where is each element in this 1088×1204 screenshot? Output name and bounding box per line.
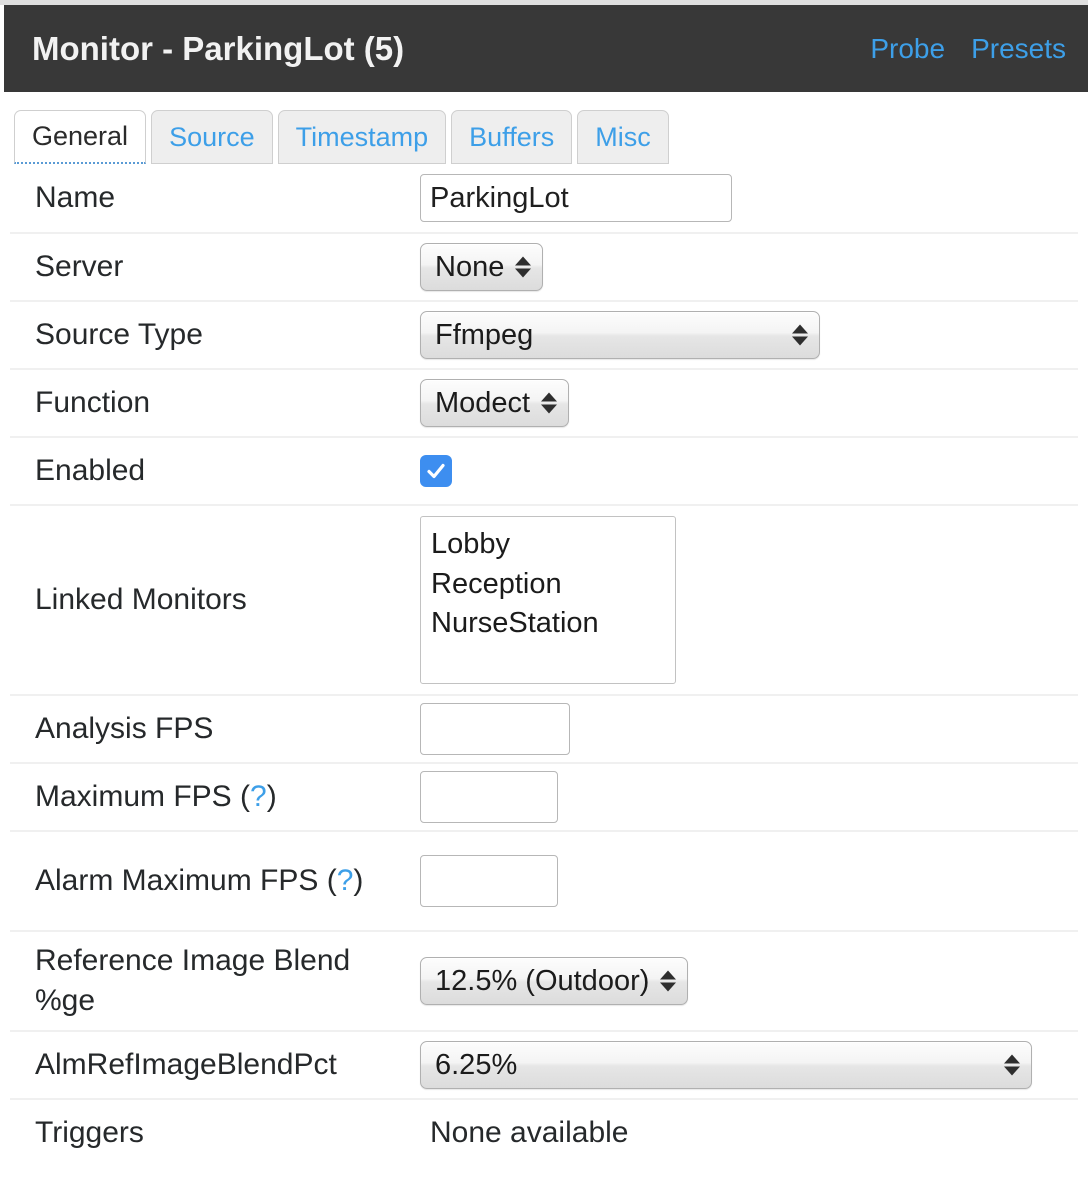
field-linked-monitors: Lobby Reception NurseStation <box>420 516 1078 684</box>
alm-ref-image-blend-pct-select-value: 6.25% <box>435 1048 518 1081</box>
tab-timestamp[interactable]: Timestamp <box>277 110 447 164</box>
row-triggers: Triggers None available <box>10 1098 1078 1166</box>
reference-image-blend-select-value: 12.5% (Outdoor) <box>435 964 650 997</box>
alm-ref-image-blend-pct-select[interactable]: 6.25% <box>420 1041 1032 1089</box>
presets-link[interactable]: Presets <box>971 33 1066 65</box>
label-alarm-maximum-fps-tail: ) <box>353 864 364 898</box>
field-function: Modect <box>420 379 1078 427</box>
tab-bar: General Source Timestamp Buffers Misc <box>0 92 1088 164</box>
row-alarm-maximum-fps: Alarm Maximum FPS (?) <box>10 830 1078 930</box>
field-analysis-fps <box>420 703 1078 755</box>
label-maximum-fps: Maximum FPS (?) <box>10 777 420 817</box>
field-maximum-fps <box>420 771 1078 823</box>
probe-link[interactable]: Probe <box>870 33 945 65</box>
row-alm-ref-image-blend-pct: AlmRefImageBlendPct 6.25% <box>10 1030 1078 1098</box>
list-item[interactable]: Lobby <box>431 525 665 565</box>
field-triggers: None available <box>420 1116 1078 1150</box>
analysis-fps-input[interactable] <box>420 703 570 755</box>
page-title: Monitor - ParkingLot (5) <box>32 29 405 67</box>
row-linked-monitors: Linked Monitors Lobby Reception NurseSta… <box>10 504 1078 694</box>
function-select-value: Modect <box>435 386 531 419</box>
server-select-value: None <box>435 250 505 283</box>
label-source-type: Source Type <box>35 318 203 352</box>
maximum-fps-input[interactable] <box>420 771 558 823</box>
label-enabled: Enabled <box>35 454 146 488</box>
field-server: None <box>420 243 1078 291</box>
reference-image-blend-select[interactable]: 12.5% (Outdoor) <box>420 957 689 1005</box>
tab-misc[interactable]: Misc <box>577 110 669 164</box>
monitor-settings-page: Monitor - ParkingLot (5) Probe Presets G… <box>0 0 1088 1204</box>
label-alarm-maximum-fps-text: Alarm Maximum FPS ( <box>35 864 337 898</box>
field-source-type: Ffmpeg <box>420 311 1078 359</box>
row-reference-image-blend: Reference Image Blend %ge 12.5% (Outdoor… <box>10 930 1078 1030</box>
field-name <box>420 174 1078 222</box>
chevron-updown-icon <box>660 970 677 992</box>
row-source-type: Source Type Ffmpeg <box>10 300 1078 368</box>
label-maximum-fps-tail: ) <box>266 780 277 814</box>
header-actions: Probe Presets <box>870 33 1066 65</box>
tab-general[interactable]: General <box>14 110 147 164</box>
general-settings-form: Name Server None Source Type F <box>0 164 1088 1166</box>
row-maximum-fps: Maximum FPS (?) <box>10 762 1078 830</box>
check-icon <box>427 463 445 479</box>
row-analysis-fps: Analysis FPS <box>10 694 1078 762</box>
field-reference-image-blend: 12.5% (Outdoor) <box>420 957 1078 1005</box>
row-enabled: Enabled <box>10 436 1078 504</box>
tab-buffers-label: Buffers <box>469 121 555 152</box>
linked-monitors-listbox[interactable]: Lobby Reception NurseStation <box>420 516 676 684</box>
tab-buffers[interactable]: Buffers <box>451 110 573 164</box>
label-reference-image-blend: Reference Image Blend %ge <box>35 944 351 1017</box>
label-analysis-fps: Analysis FPS <box>35 712 214 746</box>
chevron-updown-icon <box>1004 1054 1020 1076</box>
page-header: Monitor - ParkingLot (5) Probe Presets <box>4 5 1088 92</box>
label-alm-ref-image-blend-pct: AlmRefImageBlendPct <box>35 1048 337 1082</box>
label-linked-monitors: Linked Monitors <box>35 583 247 617</box>
label-server: Server <box>35 250 124 284</box>
tab-source[interactable]: Source <box>151 110 273 164</box>
alarm-maximum-fps-input[interactable] <box>420 855 558 907</box>
label-alarm-maximum-fps: Alarm Maximum FPS (?) <box>10 861 420 901</box>
tab-source-label: Source <box>169 121 255 152</box>
label-maximum-fps-text: Maximum FPS ( <box>35 780 251 814</box>
list-item[interactable]: NurseStation <box>431 604 665 644</box>
maximum-fps-help-link[interactable]: ? <box>250 780 267 813</box>
triggers-value: None available <box>430 1116 629 1149</box>
list-item[interactable]: Reception <box>431 565 665 605</box>
row-name: Name <box>10 164 1078 232</box>
field-enabled <box>420 455 1078 487</box>
enabled-checkbox[interactable] <box>420 455 452 487</box>
alarm-maximum-fps-help-link[interactable]: ? <box>337 864 354 897</box>
chevron-updown-icon <box>792 324 808 346</box>
label-triggers: Triggers <box>35 1116 144 1150</box>
chevron-updown-icon <box>541 392 558 414</box>
tab-timestamp-label: Timestamp <box>295 121 429 152</box>
source-type-select[interactable]: Ffmpeg <box>420 311 820 359</box>
row-server: Server None <box>10 232 1078 300</box>
label-function: Function <box>35 386 151 420</box>
field-alarm-maximum-fps <box>420 855 1078 907</box>
field-alm-ref-image-blend-pct: 6.25% <box>420 1041 1078 1089</box>
row-function: Function Modect <box>10 368 1078 436</box>
function-select[interactable]: Modect <box>420 379 570 427</box>
server-select[interactable]: None <box>420 243 544 291</box>
source-type-select-value: Ffmpeg <box>435 318 534 351</box>
chevron-updown-icon <box>515 256 532 278</box>
label-name: Name <box>35 181 116 215</box>
tab-misc-label: Misc <box>595 121 651 152</box>
tab-general-label: General <box>32 121 129 151</box>
name-input[interactable] <box>420 174 732 222</box>
